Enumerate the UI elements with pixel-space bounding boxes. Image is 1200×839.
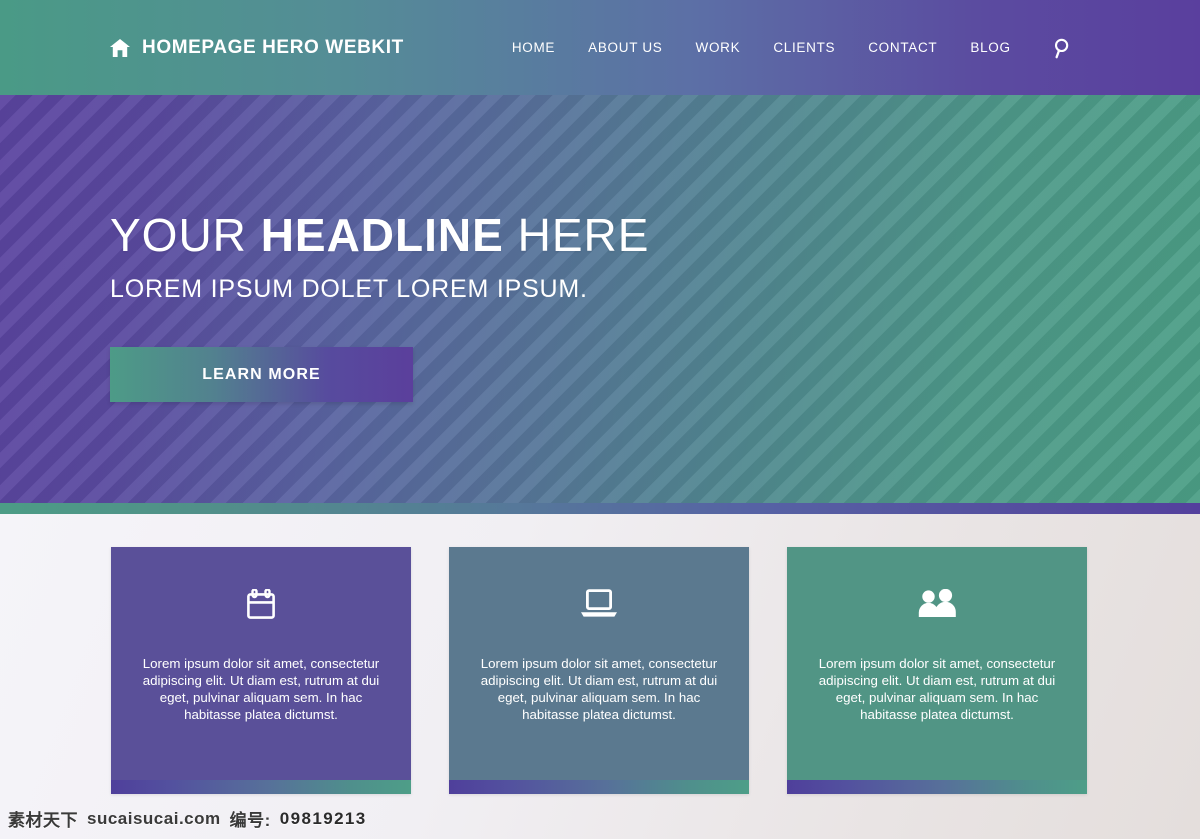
hero-headline: YOUR HEADLINE HERE <box>110 208 649 262</box>
card-accent-strip <box>449 780 749 794</box>
feature-card[interactable]: Lorem ipsum dolor sit amet, consectetur … <box>787 547 1087 794</box>
watermark-code-value: 09819213 <box>279 808 367 828</box>
nav-item-home[interactable]: HOME <box>512 40 555 55</box>
headline-suffix: HERE <box>503 209 650 261</box>
search-icon[interactable] <box>1052 37 1074 59</box>
feature-card-text: Lorem ipsum dolor sit amet, consectetur … <box>142 656 380 722</box>
calendar-icon <box>247 587 275 621</box>
brand-title: HOMEPAGE HERO WEBKIT <box>142 36 404 58</box>
card-accent-strip <box>787 780 1087 794</box>
feature-card-list: Lorem ipsum dolor sit amet, consectetur … <box>111 547 1087 794</box>
watermark-site-cn: 素材天下 <box>8 811 78 830</box>
main-nav: HOME ABOUT US WORK CLIENTS CONTACT BLOG <box>512 37 1074 59</box>
feature-card[interactable]: Lorem ipsum dolor sit amet, consectetur … <box>111 547 411 794</box>
section-divider-bar <box>0 503 1200 514</box>
nav-item-work[interactable]: WORK <box>696 40 741 55</box>
headline-prefix: YOUR <box>110 209 261 261</box>
features-section: Lorem ipsum dolor sit amet, consectetur … <box>0 514 1200 839</box>
card-accent-strip <box>111 780 411 794</box>
feature-card-text: Lorem ipsum dolor sit amet, consectetur … <box>480 656 718 722</box>
watermark-code-label: 编号: <box>229 811 271 830</box>
hero-subheadline: LOREM IPSUM DOLET LOREM IPSUM. <box>110 275 588 303</box>
feature-card[interactable]: Lorem ipsum dolor sit amet, consectetur … <box>449 547 749 794</box>
page-root: HOMEPAGE HERO WEBKIT HOME ABOUT US WORK … <box>0 0 1200 839</box>
hero-banner: YOUR HEADLINE HERE LOREM IPSUM DOLET LOR… <box>0 95 1200 503</box>
learn-more-button[interactable]: LEARN MORE <box>110 347 413 402</box>
brand[interactable]: HOMEPAGE HERO WEBKIT <box>110 37 404 59</box>
people-icon <box>917 587 957 621</box>
watermark: 素材天下 sucaisucai.com 编号: 09819213 <box>8 806 376 831</box>
headline-strong: HEADLINE <box>260 209 504 261</box>
watermark-site-url: sucaisucai.com <box>87 808 221 828</box>
laptop-icon <box>579 587 619 621</box>
nav-item-blog[interactable]: BLOG <box>970 40 1010 55</box>
nav-item-about-us[interactable]: ABOUT US <box>588 40 662 55</box>
site-header: HOMEPAGE HERO WEBKIT HOME ABOUT US WORK … <box>0 0 1200 95</box>
home-icon <box>110 38 130 57</box>
nav-item-contact[interactable]: CONTACT <box>868 40 937 55</box>
feature-card-text: Lorem ipsum dolor sit amet, consectetur … <box>818 656 1056 722</box>
nav-item-clients[interactable]: CLIENTS <box>773 40 835 55</box>
